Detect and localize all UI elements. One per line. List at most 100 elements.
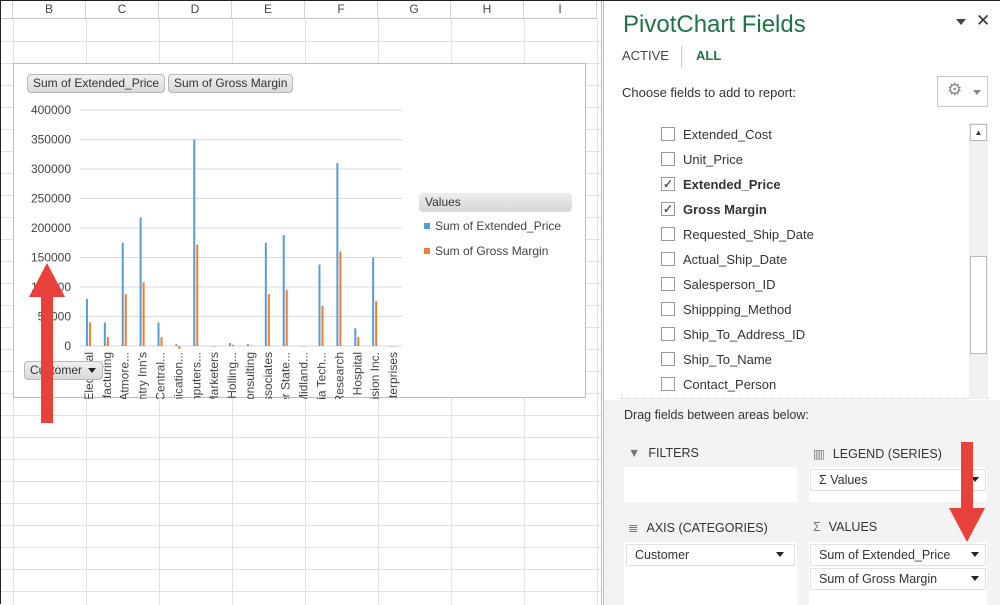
column-header[interactable]: B	[13, 1, 86, 19]
y-tick-label: 350000	[31, 133, 71, 147]
checkbox[interactable]	[661, 127, 675, 141]
values-label: VALUES	[828, 520, 878, 534]
values-drop-area[interactable]: Sum of Extended_Price Sum of Gross Margi…	[809, 542, 987, 605]
bar	[214, 346, 217, 347]
pivot-chart[interactable]: Sum of Extended_Price Sum of Gross Margi…	[13, 63, 586, 399]
close-icon[interactable]: ✕	[976, 11, 990, 31]
column-header[interactable]: I	[524, 1, 597, 19]
x-tick-label: LeClerc & Associates	[261, 352, 275, 399]
checkbox[interactable]	[661, 352, 675, 366]
pane-options-icon[interactable]	[956, 19, 966, 25]
checkbox[interactable]: ✓	[661, 177, 675, 191]
x-tick-label: World Enterprises	[386, 352, 400, 399]
tab-active[interactable]: ACTIVE	[622, 48, 669, 63]
checkbox[interactable]	[661, 277, 675, 291]
bar	[390, 346, 393, 347]
rows-icon: ≣	[628, 521, 639, 535]
field-item[interactable]: Actual_Ship_Date	[661, 249, 787, 269]
field-label: Salesperson_ID	[683, 276, 776, 292]
red-arrow-up-icon	[29, 263, 65, 423]
bar	[196, 244, 199, 346]
field-label: Extended_Cost	[683, 126, 772, 142]
bar	[121, 242, 124, 346]
column-header[interactable]: G	[378, 1, 451, 19]
field-item[interactable]: Requested_Ship_Date	[661, 224, 814, 244]
legend-title: Values	[419, 193, 572, 212]
drag-fields-label: Drag fields between areas below:	[624, 408, 809, 422]
grid-line	[1, 481, 601, 482]
values-header: Σ VALUES	[813, 520, 877, 534]
column-header[interactable]: E	[232, 1, 305, 19]
grid-line	[1, 41, 601, 42]
scroll-up-icon[interactable]: ▲	[970, 124, 987, 141]
bar	[85, 298, 88, 346]
checkbox[interactable]	[661, 152, 675, 166]
checkbox[interactable]	[661, 252, 675, 266]
legend-swatch	[424, 248, 430, 254]
bar	[339, 251, 342, 346]
x-tick-label: Novia Scotia Tech...	[315, 352, 329, 399]
legend-item-label: Values	[830, 473, 868, 487]
bar	[103, 322, 106, 346]
field-item[interactable]: Contact_Person	[661, 374, 776, 394]
legend-label: Sum of Gross Margin	[435, 244, 549, 258]
checkbox[interactable]: ✓	[661, 202, 675, 216]
bar	[285, 289, 288, 346]
settings-button[interactable]: ⚙	[937, 76, 988, 107]
checkbox[interactable]	[661, 227, 675, 241]
bar	[211, 346, 214, 347]
legend-header: ▥ LEGEND (SERIES)	[813, 446, 942, 462]
grid-line	[1, 569, 601, 570]
dropdown-arrow-icon[interactable]	[971, 576, 979, 581]
x-tick-label: Boyle's Country Inn's	[136, 352, 150, 399]
x-tick-label: Direct Marketers	[207, 352, 221, 399]
checkbox[interactable]	[661, 377, 675, 391]
filters-drop-area[interactable]	[624, 467, 797, 502]
field-item[interactable]: Salesperson_ID	[661, 274, 776, 294]
bar	[318, 264, 321, 346]
column-header[interactable]: C	[86, 1, 159, 19]
legend-entry: Sum of Extended_Price	[424, 219, 561, 233]
field-label: Gross Margin	[683, 201, 767, 217]
x-tick-label: Computers...	[189, 352, 203, 399]
field-item[interactable]: Ship_To_Name	[661, 349, 772, 369]
dropdown-arrow-icon[interactable]	[776, 552, 784, 557]
bar	[246, 344, 249, 346]
field-item[interactable]: ✓ Extended_Price	[661, 174, 781, 194]
field-item[interactable]: Extended_Cost	[661, 124, 772, 144]
scrollbar-thumb[interactable]	[970, 256, 987, 354]
values-item-gross-margin[interactable]: Sum of Gross Margin	[810, 568, 986, 590]
checkbox[interactable]	[661, 327, 675, 341]
sigma-icon: Σ	[813, 520, 821, 534]
tab-all[interactable]: ALL	[696, 48, 721, 63]
grid-line	[1, 503, 601, 504]
axis-item-customer[interactable]: Customer	[626, 544, 795, 566]
red-arrow-down-icon	[949, 442, 985, 542]
field-item[interactable]: Ship_To_Address_ID	[661, 324, 805, 344]
field-item[interactable]: ✓ Gross Margin	[661, 199, 767, 219]
x-tick-label: Rainbow Research	[332, 352, 346, 399]
column-header[interactable]: H	[451, 1, 524, 19]
values-item-extended-price[interactable]: Sum of Extended_Price	[810, 544, 986, 566]
bar	[393, 346, 396, 347]
column-header-partial[interactable]	[1, 1, 13, 19]
bar	[178, 346, 181, 349]
bar	[232, 344, 235, 346]
grid-line	[1, 459, 601, 460]
bar	[375, 301, 378, 346]
dropdown-arrow-icon[interactable]	[971, 552, 979, 557]
x-tick-label: St. Mary's Hospital	[350, 352, 364, 399]
field-item[interactable]: Shippping_Method	[661, 299, 791, 319]
chevron-down-icon	[973, 90, 981, 95]
checkbox[interactable]	[661, 302, 675, 316]
legend-swatch	[424, 223, 430, 229]
column-header[interactable]: F	[305, 1, 378, 19]
spreadsheet[interactable]: BCDEFGHI Sum of Extended_Price Sum of Gr…	[1, 1, 601, 605]
axis-drop-area[interactable]: Customer	[624, 542, 797, 605]
choose-fields-label: Choose fields to add to report:	[622, 85, 797, 100]
scrollbar[interactable]: ▲	[969, 123, 988, 399]
field-item[interactable]: Unit_Price	[661, 149, 743, 169]
bar	[249, 345, 252, 346]
pane-title: PivotChart Fields	[623, 11, 806, 38]
column-header[interactable]: D	[159, 1, 232, 19]
